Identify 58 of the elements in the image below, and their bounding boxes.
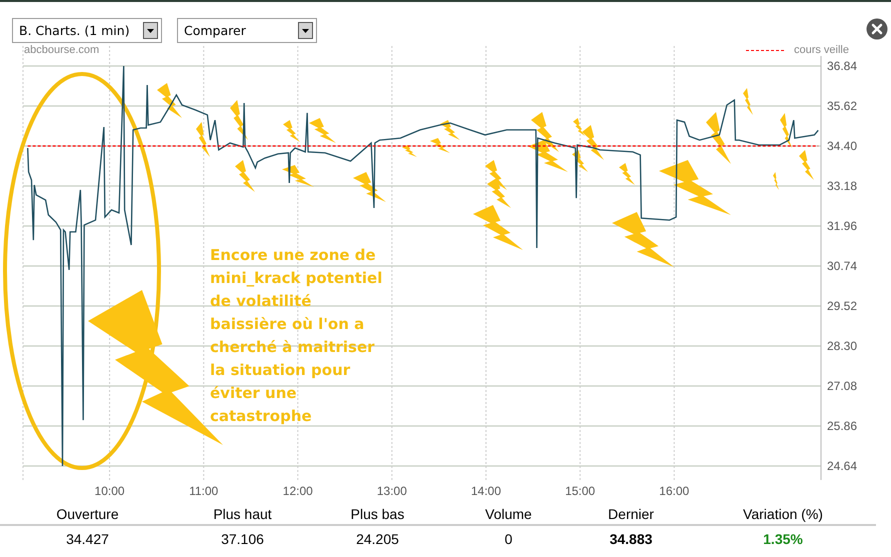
x-axis-label: 15:00 [565,484,596,498]
close-button[interactable] [866,18,888,40]
y-axis-label: 35.62 [827,99,858,113]
stat-label: Volume [484,506,533,522]
x-axis-label: 10:00 [94,484,125,498]
y-axis-label: 25.86 [827,419,858,433]
lightning-bolt [799,150,814,180]
lightning-bolt [440,120,460,140]
stat-value: 34.427 [65,531,110,547]
x-axis-label: 14:00 [470,484,501,498]
lightning-bolt [196,122,210,157]
stat-label: Ouverture [55,506,120,522]
lightning-bolt [528,140,568,172]
y-axis-label: 36.84 [827,59,858,73]
x-axis-label: 13:00 [376,484,407,498]
x-axis-label: 11:00 [189,484,218,498]
compare-select[interactable]: Comparer [177,18,317,42]
lightning-bolt [430,138,450,153]
stat-value: 0 [504,531,514,547]
stat-label: Plus haut [212,506,273,522]
lightning-bolt [612,212,674,267]
y-axis-label: 28.30 [827,339,858,353]
stat-value: 34.883 [608,531,654,547]
lightning-bolt [743,88,753,115]
close-icon [866,18,888,40]
lightning-bolt [619,163,635,185]
lightning-bolt [309,118,336,143]
lightning-bolt [531,112,559,152]
period-select[interactable]: B. Charts. (1 min) [12,18,162,42]
y-axis-label: 33.18 [827,179,858,193]
stat-value: 1.35% [762,531,804,547]
lightning-bolt [230,100,248,140]
lightning-bolt [773,172,779,190]
lightning-bolt [283,120,300,142]
y-axis-label: 27.08 [827,379,858,393]
lightning-bolt [282,165,314,187]
x-axis-label: 12:00 [282,484,313,498]
stat-label: Plus bas [350,506,406,522]
y-axis-label: 34.40 [827,139,858,153]
y-axis-label: 31.96 [827,219,858,233]
stat-value: 24.205 [355,531,400,547]
stat-value: 37.106 [220,531,265,547]
annotation-text: Encore une zone de mini_krack potentiel de volatilité baissière où l'on a cherché à maitriser la situation pour éviter une catastrophe [210,245,382,427]
legend-label: cours veille [794,44,849,56]
lightning-bolt [235,160,255,192]
x-axis-label: 16:00 [659,484,690,498]
legend-dashed-line [746,48,784,52]
lightning-bolt [780,113,792,148]
y-axis-label: 29.52 [827,299,858,313]
lightning-bolt [353,172,386,202]
stat-label: Dernier [607,506,655,522]
stat-label: Variation (%) [742,506,824,522]
lightning-bolt [402,145,417,157]
chart-source-label: abcbourse.com [24,44,100,56]
lightning-bolt [485,160,507,190]
y-axis-label: 24.64 [827,459,858,473]
y-axis-label: 30.74 [827,259,858,273]
lightning-bolt [157,83,182,118]
